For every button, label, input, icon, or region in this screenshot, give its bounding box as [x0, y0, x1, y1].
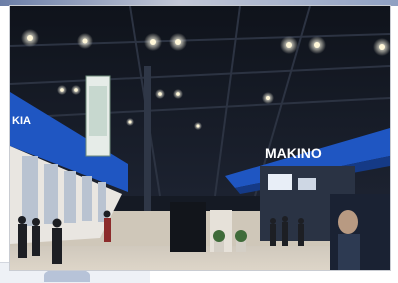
right-booth-sign: MAKINO — [265, 145, 322, 161]
display-stand — [170, 202, 206, 252]
trade-show-scene: KIA MAKINO — [10, 6, 390, 270]
trade-show-photo: KIA MAKINO — [10, 6, 390, 270]
adjacent-photo-shape — [44, 268, 90, 282]
left-booth-sign: KIA — [12, 115, 31, 127]
hall-column — [144, 66, 151, 216]
